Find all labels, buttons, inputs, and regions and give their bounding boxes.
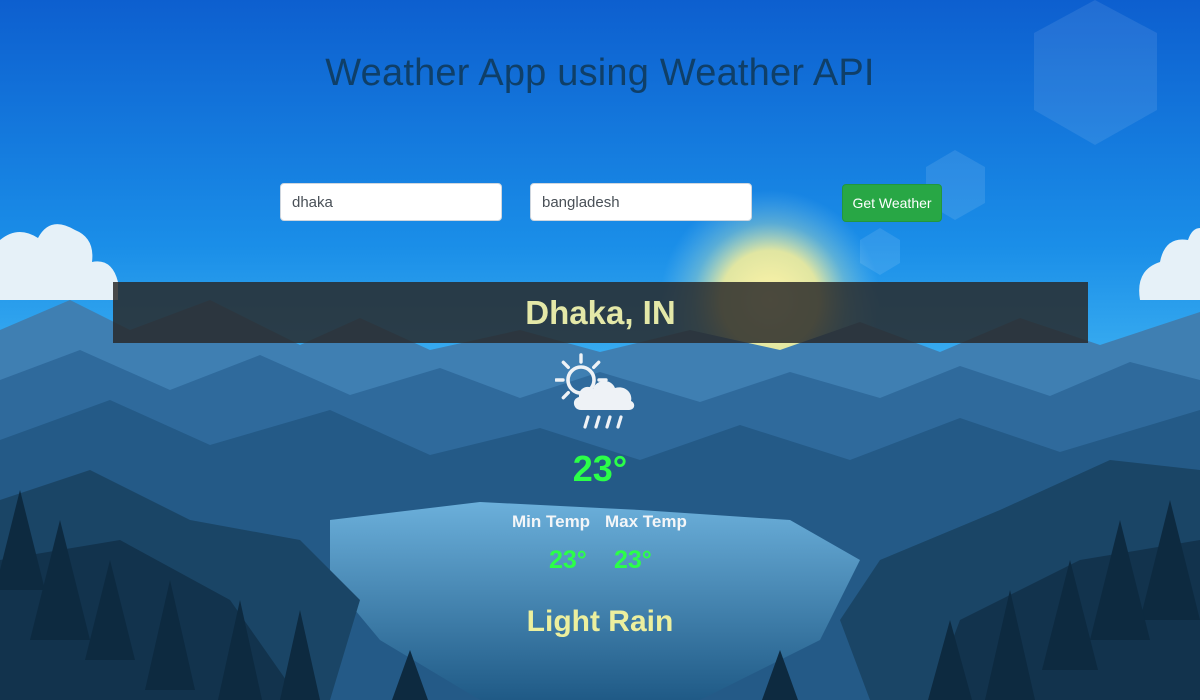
min-temp-label: Min Temp (512, 512, 591, 531)
background-landscape (0, 0, 1200, 700)
country-input[interactable] (530, 183, 752, 221)
app-title: Weather App using Weather API (325, 52, 875, 94)
weather-description: Light Rain (526, 605, 674, 638)
location-name: Dhaka, IN (525, 293, 676, 331)
current-temperature: 23° (572, 448, 628, 489)
min-temp-value: 23° (549, 546, 587, 574)
location-banner: Dhaka, IN (113, 282, 1088, 343)
get-weather-button[interactable]: Get Weather (842, 184, 942, 222)
partly-cloudy-rain-icon (555, 353, 635, 429)
max-temp-label: Max Temp (605, 512, 687, 531)
max-temp-value: 23° (614, 546, 652, 574)
city-input[interactable] (280, 183, 502, 221)
